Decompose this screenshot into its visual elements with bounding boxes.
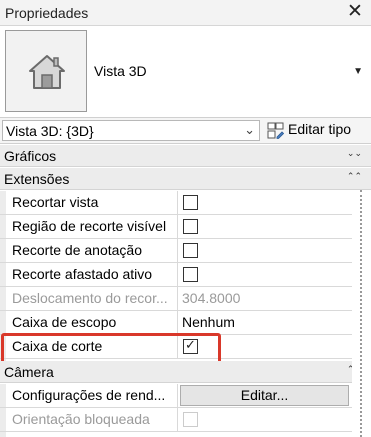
locked-orientation-checkbox (183, 412, 198, 427)
prop-row-recorte-afastado: Recorte afastado ativo (0, 263, 352, 287)
prop-row-orientacao: Orientação bloqueada (0, 408, 352, 432)
edit-type-icon (267, 122, 284, 139)
section-camera-label: Câmera (4, 364, 54, 380)
chevron-down-icon: ⌄ (244, 122, 255, 137)
prop-row-regiao-recorte: Região de recorte visível (0, 215, 352, 239)
section-extensoes[interactable]: Extensões ⌃⌃ (0, 168, 371, 190)
prop-row-deslocamento: Deslocamento do recor... 304.8000 (0, 287, 352, 311)
annotation-crop-checkbox[interactable] (183, 243, 198, 258)
prop-row-recorte-anotacao: Recorte de anotação (0, 239, 352, 263)
far-clip-active-checkbox[interactable] (183, 267, 198, 282)
prop-label: Recortar vista (0, 191, 178, 215)
prop-label: Orientação bloqueada (0, 408, 178, 432)
edit-type-label: Editar tipo (288, 121, 352, 137)
view-dropdown-value: Vista 3D: {3D} (6, 123, 94, 139)
crop-region-visible-checkbox[interactable] (183, 219, 198, 234)
type-name: Vista 3D (94, 63, 147, 79)
section-graficos-label: Gráficos (4, 148, 57, 164)
palette-title-bar: Propriedades ✕ (0, 0, 371, 26)
scrollbar[interactable] (352, 190, 371, 437)
scope-box-value[interactable]: Nenhum (179, 311, 352, 335)
chevron-down-icon[interactable]: ▼ (353, 66, 363, 77)
prop-label: Deslocamento do recor... (0, 287, 178, 311)
section-camera[interactable]: Câmera ⌃⌃ (0, 361, 371, 383)
section-graficos[interactable]: Gráficos ⌄⌄ (0, 145, 371, 167)
close-icon[interactable]: ✕ (345, 2, 365, 22)
section-extensoes-label: Extensões (4, 171, 70, 187)
type-selector[interactable]: Vista 3D ▼ (0, 26, 371, 118)
prop-label: Configurações de rend... (0, 384, 178, 408)
prop-row-caixa-escopo: Caixa de escopo Nenhum (0, 311, 352, 335)
prop-label: Recorte afastado ativo (0, 263, 178, 287)
expand-icon[interactable]: ⌄⌄ (347, 148, 362, 159)
prop-label: Região de recorte visível (0, 215, 178, 239)
palette-title: Propriedades (5, 5, 89, 21)
edit-render-settings-button[interactable]: Editar... (180, 385, 349, 406)
scrollbar-track[interactable] (360, 190, 362, 437)
house-icon (5, 30, 87, 112)
far-clip-offset-value: 304.8000 (182, 290, 241, 306)
prop-row-recortar-vista: Recortar vista (0, 191, 352, 215)
crop-view-checkbox[interactable] (183, 195, 198, 210)
view-toolbar: Vista 3D: {3D} ⌄ Editar tipo (0, 118, 371, 144)
prop-label: Caixa de escopo (0, 311, 178, 335)
prop-row-config-render: Configurações de rend... Editar... (0, 384, 352, 408)
prop-label: Recorte de anotação (0, 239, 178, 263)
collapse-icon[interactable]: ⌃⌃ (347, 171, 362, 182)
view-dropdown[interactable]: Vista 3D: {3D} ⌄ (2, 120, 260, 141)
